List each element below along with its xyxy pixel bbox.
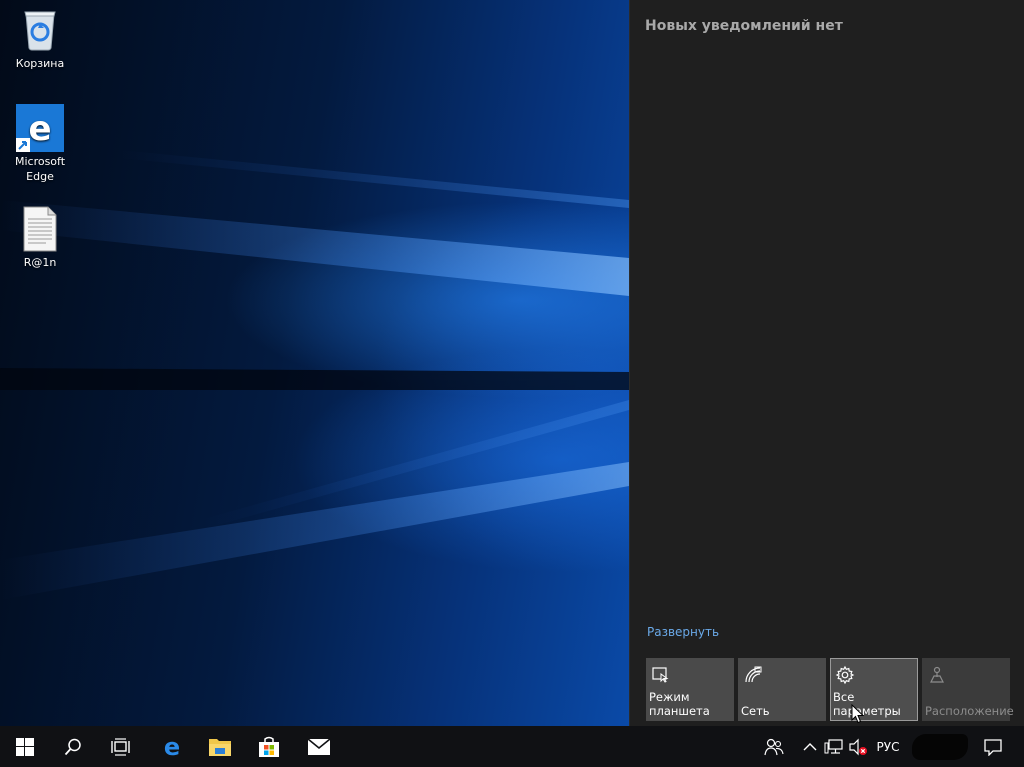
desktop-icon-text-file[interactable]: R@1n <box>2 205 78 270</box>
wallpaper-light-rays <box>0 150 629 600</box>
taskbar-mail-button[interactable] <box>295 726 343 767</box>
notification-icon <box>984 738 1002 756</box>
people-icon <box>764 738 784 755</box>
action-center-panel: Новых уведомлений нет Развернуть Режим п… <box>629 0 1024 726</box>
volume-button[interactable] <box>846 726 870 767</box>
show-hidden-icons-button[interactable] <box>799 726 821 767</box>
desktop-icon-label: R@1n <box>23 256 57 269</box>
gear-icon <box>835 665 855 685</box>
desktop: Корзина e Microsoft Edge R@1n <box>0 0 629 726</box>
taskbar-file-explorer-button[interactable] <box>196 726 244 767</box>
location-icon <box>927 665 947 685</box>
clock-redacted[interactable] <box>912 734 968 760</box>
tile-label: Сеть <box>741 704 770 718</box>
quick-action-network[interactable]: Сеть <box>738 658 826 721</box>
wired-network-icon <box>824 738 843 754</box>
edge-icon: e <box>16 104 64 152</box>
chevron-up-icon <box>803 742 817 750</box>
quick-action-tablet-mode[interactable]: Режим планшета <box>646 658 734 721</box>
quick-action-location[interactable]: Расположение <box>922 658 1014 721</box>
search-button[interactable] <box>49 726 97 767</box>
desktop-icon-label: Microsoft Edge <box>14 155 66 183</box>
expand-link[interactable]: Развернуть <box>647 625 719 639</box>
language-indicator: РУС <box>876 739 900 754</box>
taskbar-store-button[interactable] <box>245 726 293 767</box>
mouse-pointer-icon <box>851 704 865 724</box>
edge-icon: e <box>164 735 180 759</box>
taskbar: e РУС <box>0 726 1024 767</box>
desktop-icon-microsoft-edge[interactable]: e Microsoft Edge <box>2 104 78 184</box>
people-button[interactable] <box>760 726 788 767</box>
desktop-icon-recycle-bin[interactable]: Корзина <box>2 6 78 71</box>
mail-icon <box>307 737 331 755</box>
tile-label: Режим планшета <box>649 690 710 718</box>
folder-icon <box>209 738 231 756</box>
task-view-icon <box>111 737 130 756</box>
volume-muted-icon <box>849 738 867 755</box>
svg-text:e: e <box>28 109 51 149</box>
windows-logo-icon <box>16 737 34 756</box>
recycle-bin-icon <box>16 6 64 54</box>
task-view-button[interactable] <box>97 726 145 767</box>
input-language-button[interactable]: РУС <box>872 726 904 767</box>
taskbar-edge-button[interactable]: e <box>148 726 196 767</box>
start-button[interactable] <box>1 726 49 767</box>
notifications-empty-text: Новых уведомлений нет <box>645 18 843 34</box>
store-bag-icon <box>259 736 279 757</box>
tile-label: Расположение <box>925 704 1014 718</box>
text-document-icon <box>16 205 64 253</box>
svg-text:e: e <box>164 735 180 759</box>
tile-label: Все параметры <box>833 690 901 718</box>
network-icon <box>743 665 763 685</box>
quick-action-all-settings[interactable]: Все параметры <box>830 658 918 721</box>
desktop-icon-label: Корзина <box>15 57 65 70</box>
tablet-mode-icon <box>651 665 671 685</box>
search-icon <box>64 738 81 755</box>
action-center-button[interactable] <box>976 726 1010 767</box>
network-status-button[interactable] <box>822 726 846 767</box>
